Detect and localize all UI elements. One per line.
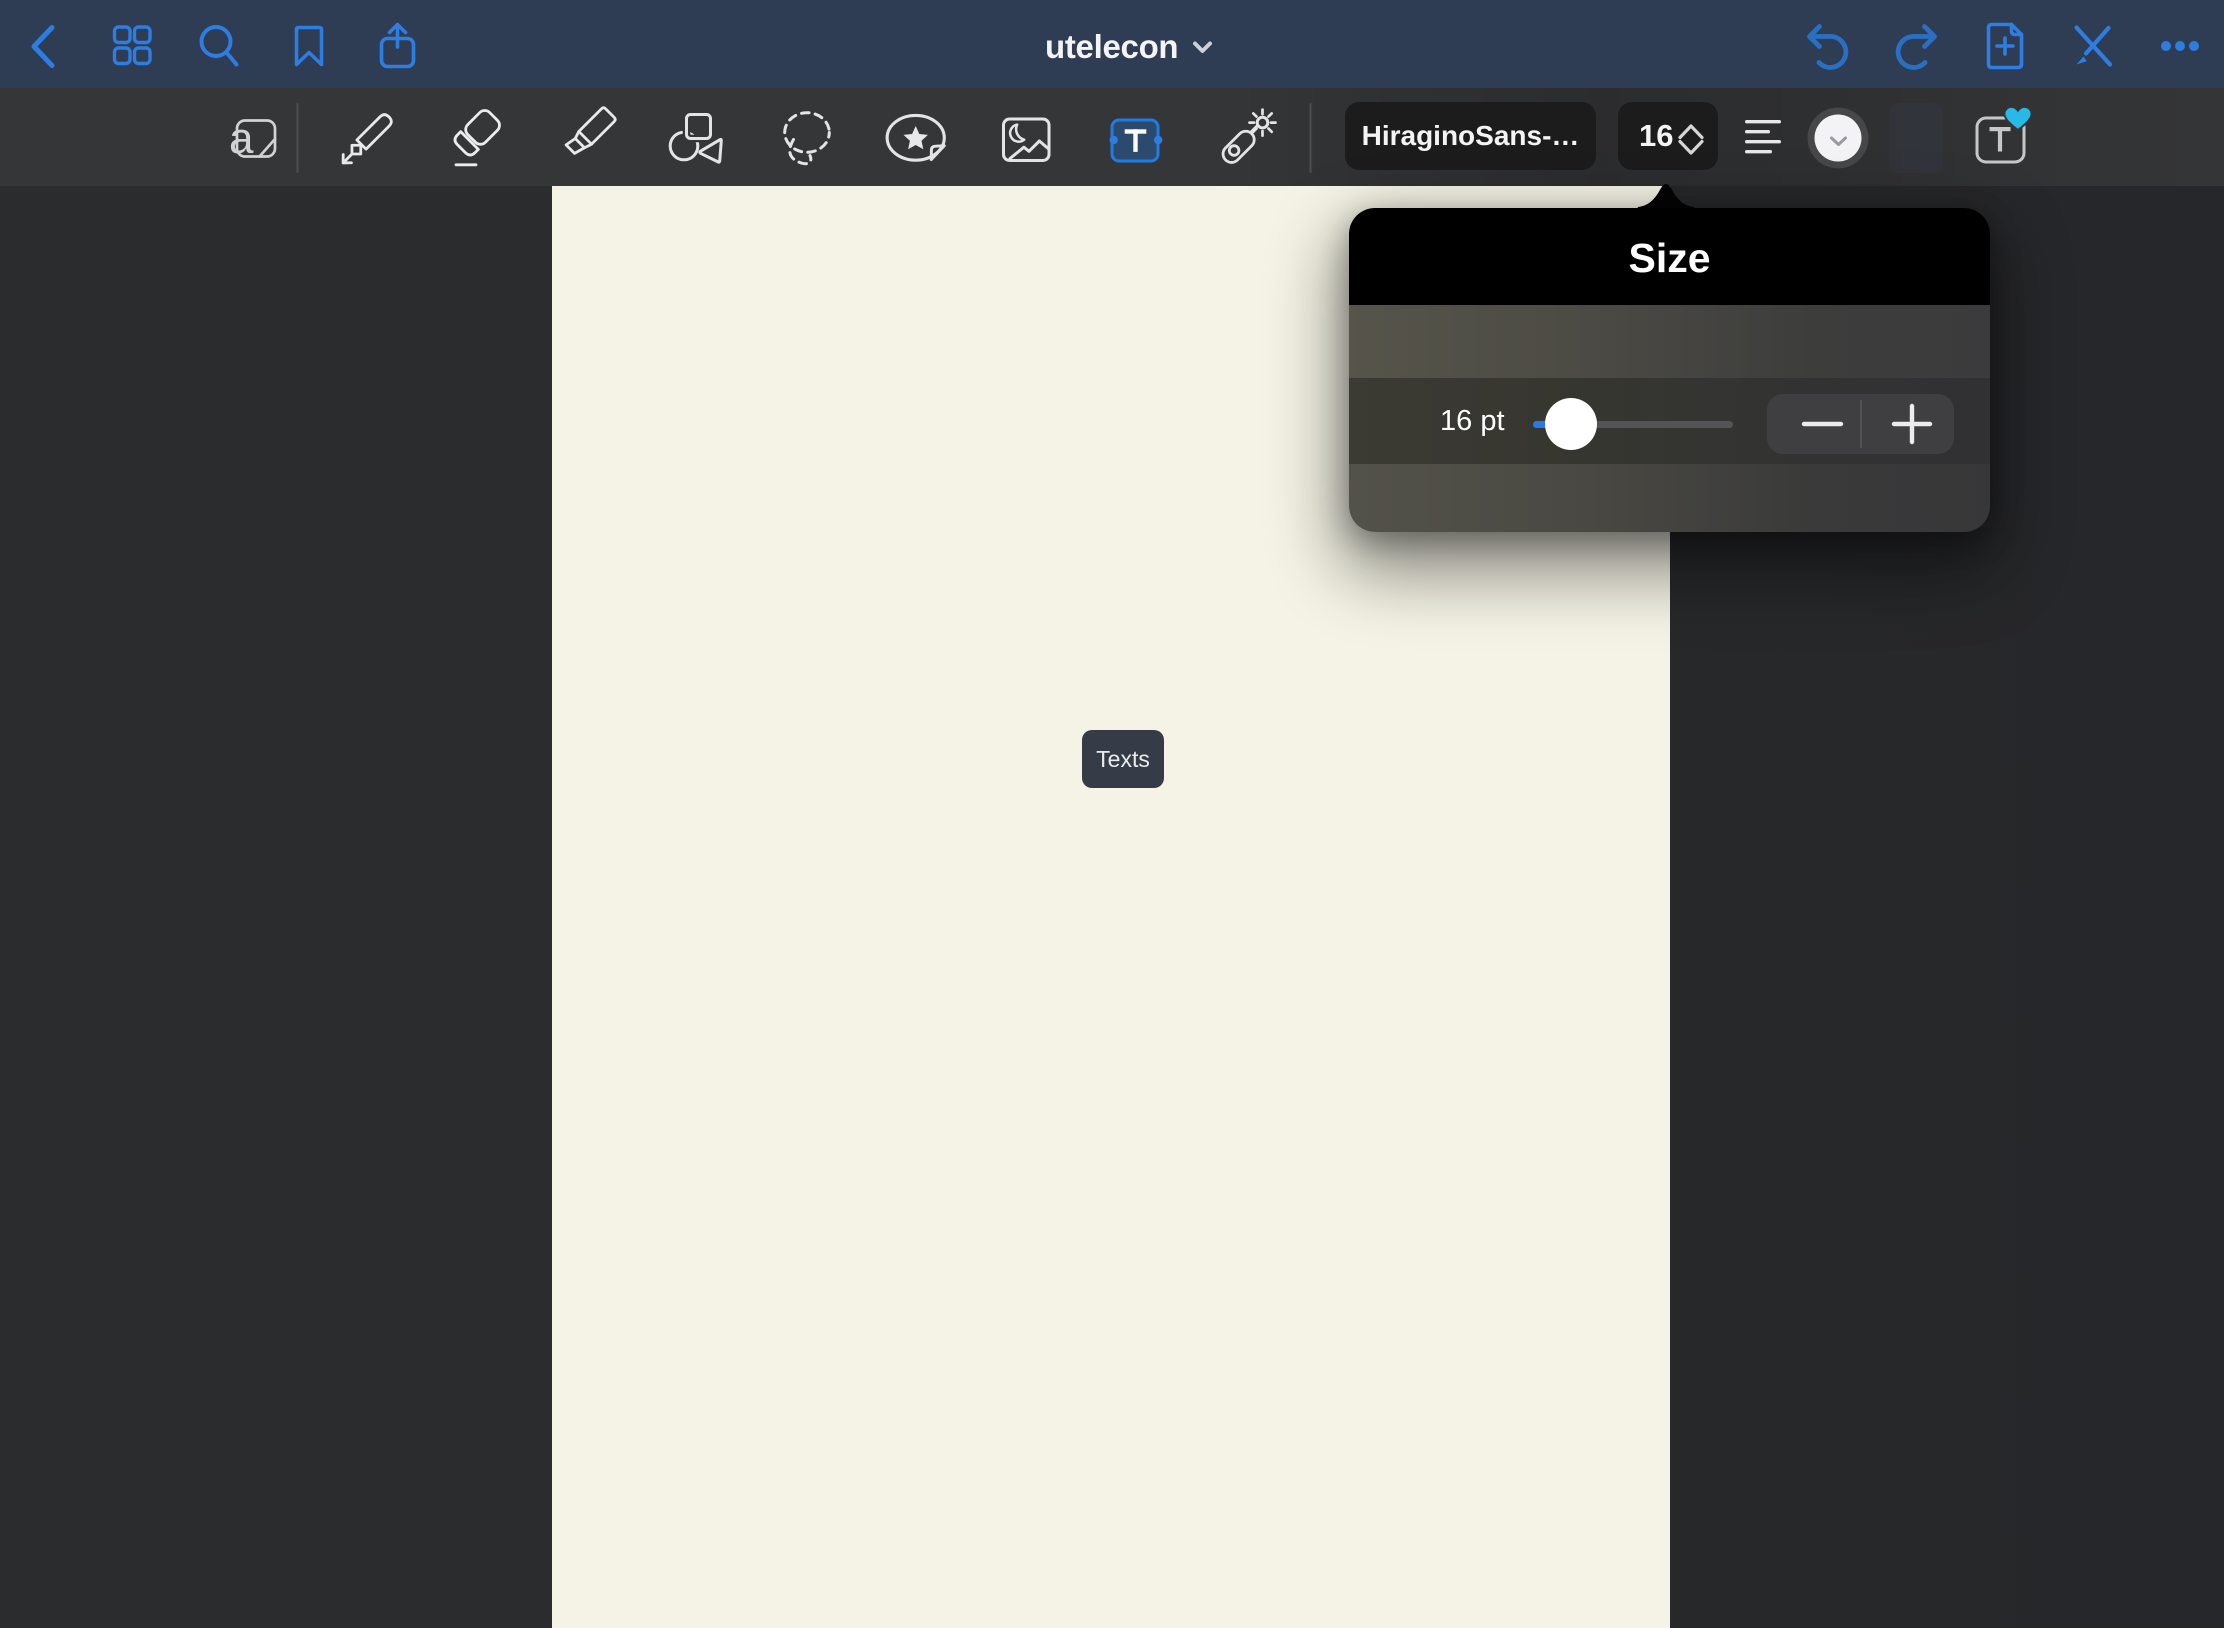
svg-text:a: a	[229, 114, 254, 163]
